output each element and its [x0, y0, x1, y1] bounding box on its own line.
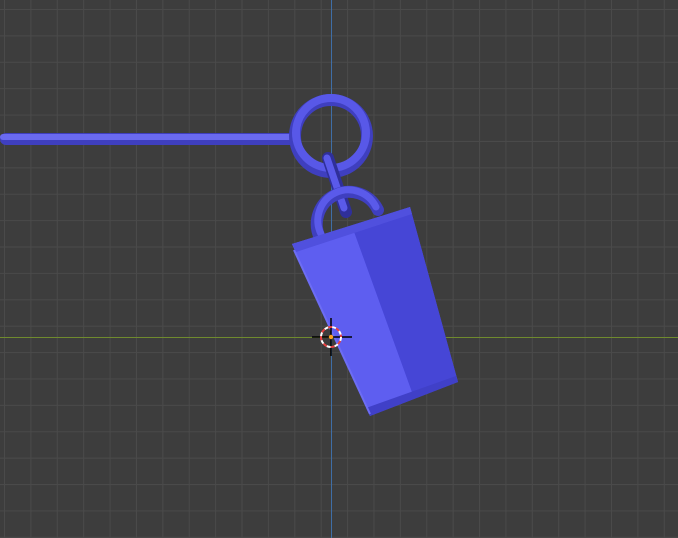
- 3d-viewport[interactable]: [0, 0, 678, 538]
- bell-object[interactable]: [292, 207, 458, 416]
- scene-objects[interactable]: [0, 0, 678, 538]
- rod-object[interactable]: [0, 133, 300, 145]
